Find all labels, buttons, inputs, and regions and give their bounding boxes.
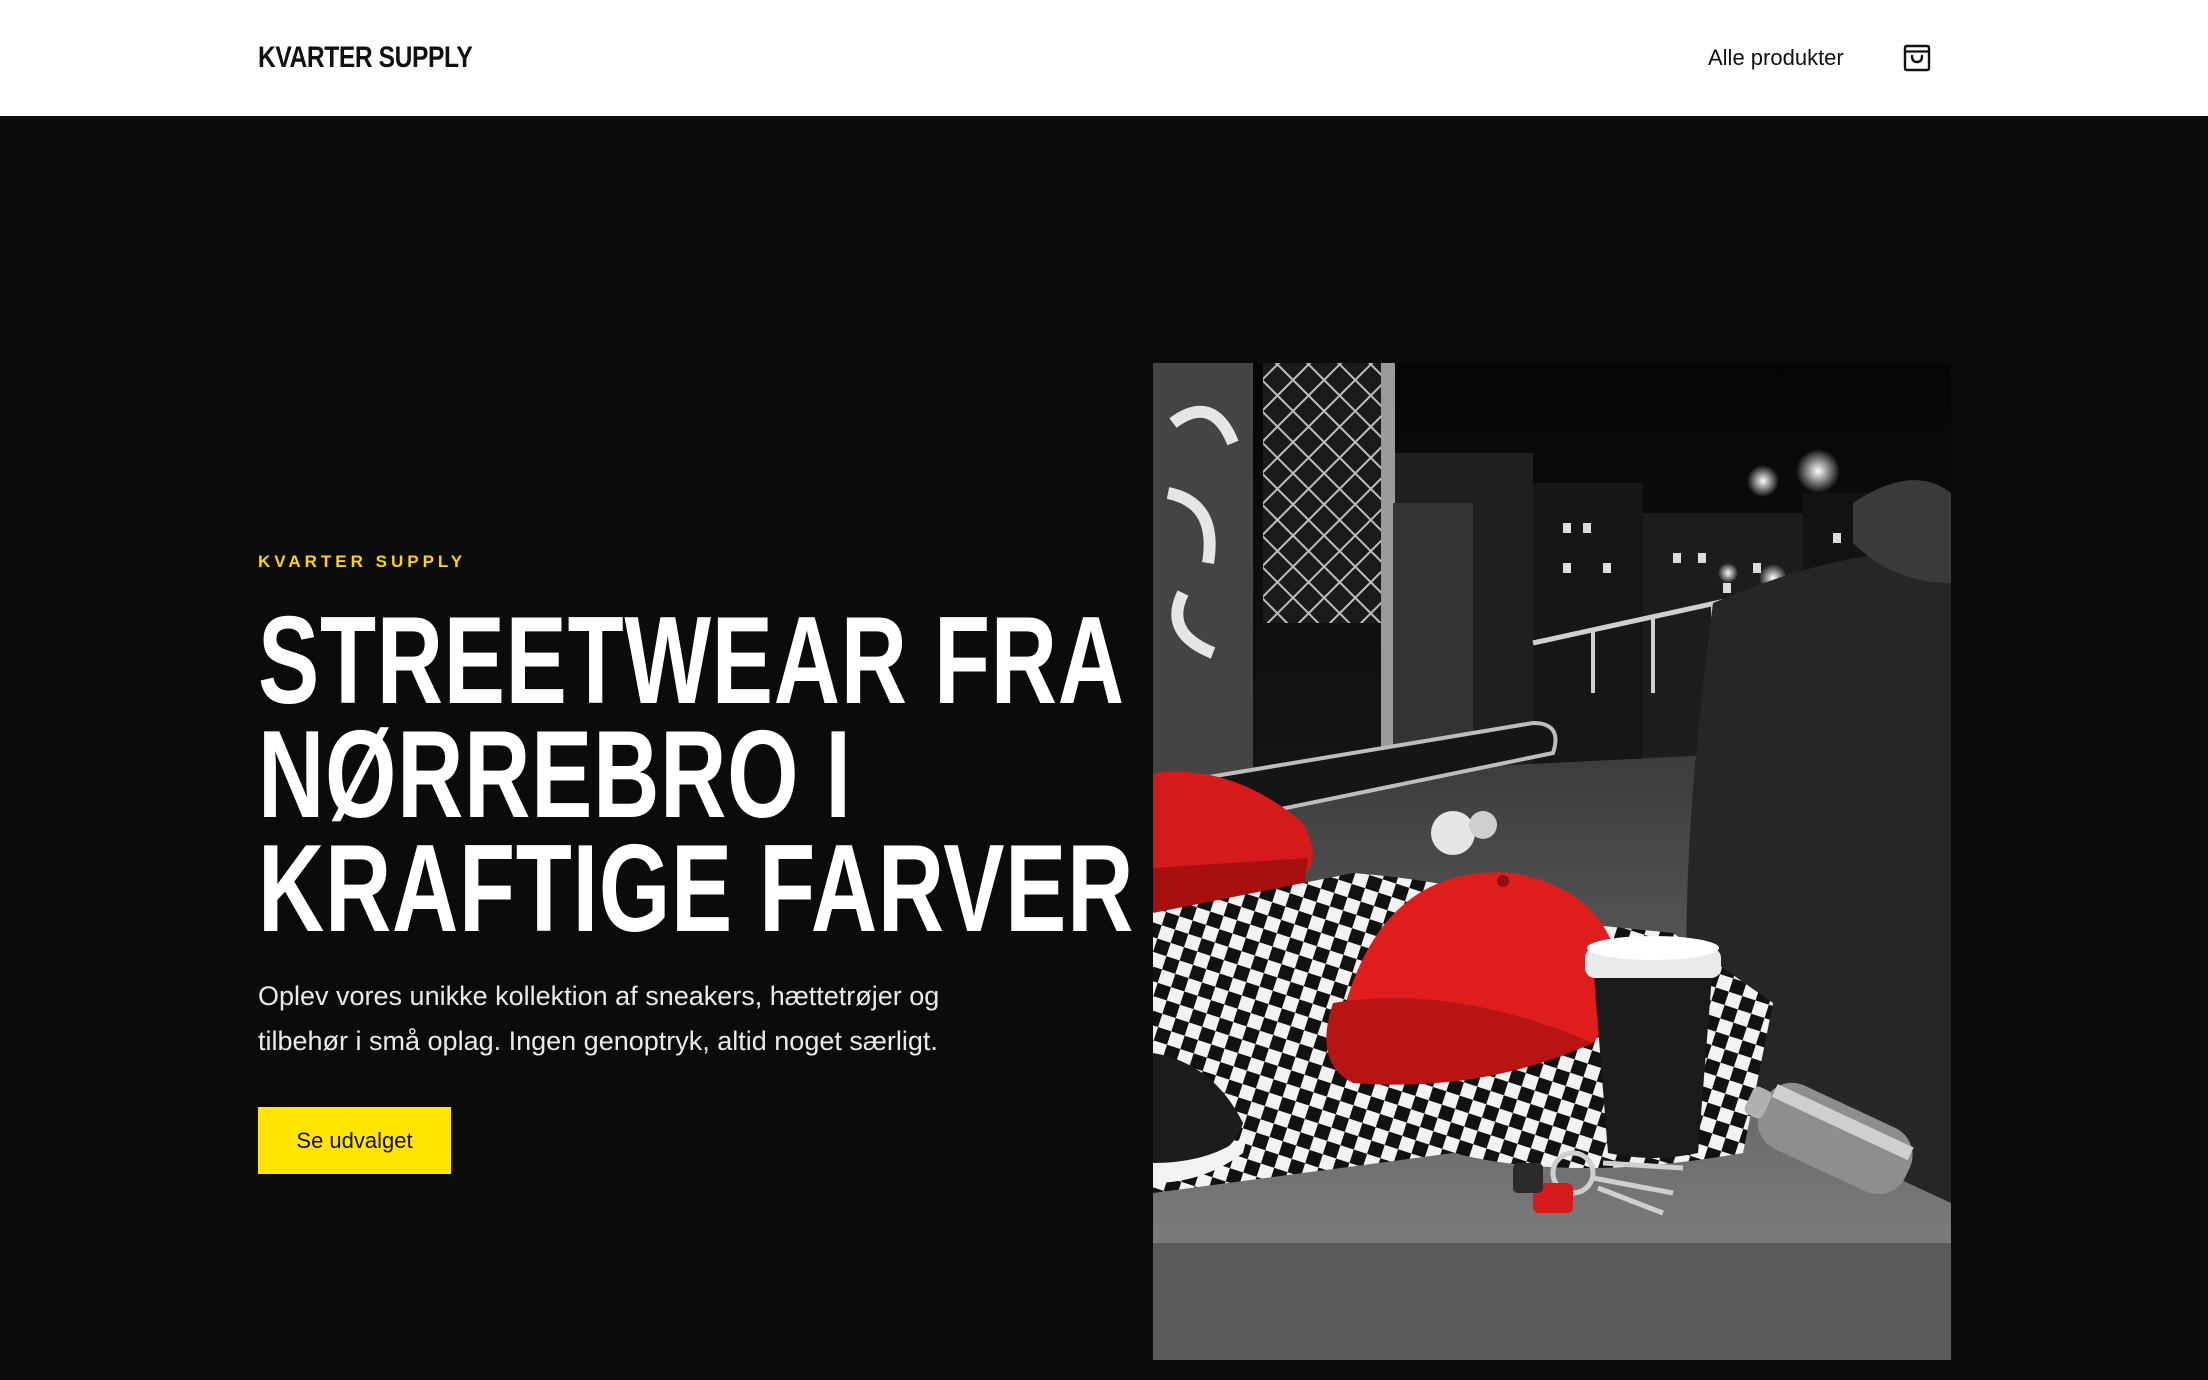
hero-description: Oplev vores unikke kollektion af sneaker… bbox=[258, 981, 940, 1056]
hero-headline: STREETWEAR FRA NØRREBRO I KRAFTIGE FARVE… bbox=[258, 592, 1135, 958]
hero-eyebrow: KVARTER SUPPLY bbox=[258, 552, 467, 571]
cart-button[interactable] bbox=[1900, 40, 1934, 74]
hero-photo bbox=[1153, 363, 1951, 1360]
street-photo-image bbox=[1153, 363, 1951, 1360]
headline-line: NØRREBRO I bbox=[258, 706, 852, 844]
site-header: KVARTER SUPPLY Alle produkter bbox=[0, 0, 2208, 116]
site-logo[interactable]: KVARTER SUPPLY bbox=[258, 38, 473, 78]
headline-line: KRAFTIGE FARVER bbox=[258, 820, 1135, 958]
nav-link-all-products[interactable]: Alle produkter bbox=[1708, 42, 1844, 74]
shopping-bag-icon bbox=[1903, 44, 1931, 72]
headline-line: STREETWEAR FRA bbox=[258, 592, 1125, 730]
shop-now-button[interactable]: Se udvalget bbox=[258, 1107, 451, 1174]
